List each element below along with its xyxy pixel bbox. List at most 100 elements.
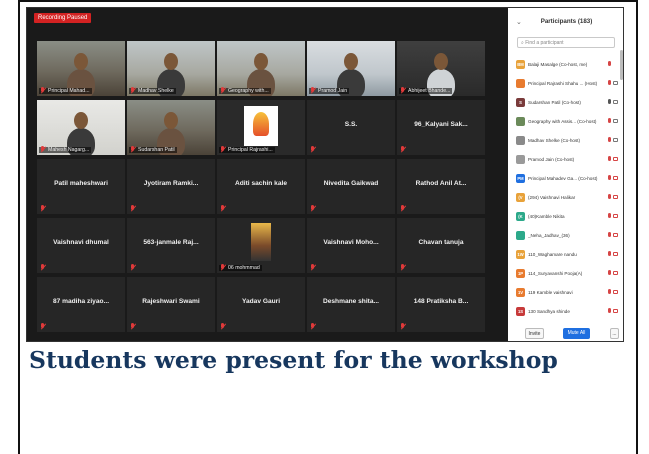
tile-name-label: Patil maheshwari <box>54 180 108 187</box>
participant-name: (40)Kamble Nikita <box>528 214 565 219</box>
participant-tile[interactable]: Abhijeet Bhande... <box>397 41 485 96</box>
mic-muted-icon <box>310 87 316 94</box>
participant-tile[interactable]: Vaishnavi dhumal <box>37 218 125 273</box>
college-logo <box>244 106 278 146</box>
mic-muted-icon <box>310 146 316 153</box>
participant-row[interactable]: 1W 110_Waghamare nandu <box>516 245 620 264</box>
participant-row[interactable]: S Sudarshan Patil (Co-host) <box>516 93 620 112</box>
person-head <box>254 53 268 70</box>
participant-row[interactable]: 1S 130 Sandhya shinde <box>516 302 620 321</box>
mic-muted-icon <box>40 87 46 94</box>
participant-tile[interactable]: 563-janmale Raj... <box>127 218 215 273</box>
mic-muted-icon[interactable] <box>608 175 611 180</box>
participant-row[interactable]: Geography with Assis... (Co-host) <box>516 112 620 131</box>
participant-row[interactable]: PM Principal Mahadev Ga... (Co-host) <box>516 169 620 188</box>
camera-icon[interactable] <box>613 81 618 85</box>
participant-tile[interactable]: Patil maheshwari <box>37 159 125 214</box>
camera-off-icon[interactable] <box>613 309 618 313</box>
mic-muted-icon <box>310 264 316 271</box>
tile-name-label: Vaishnavi Moho... <box>323 239 379 246</box>
more-options-button[interactable]: ... <box>610 328 619 339</box>
participant-row[interactable]: (K (40)Kamble Nikita <box>516 207 620 226</box>
mic-muted-icon[interactable] <box>608 194 611 199</box>
mic-muted-icon[interactable] <box>608 232 611 237</box>
participant-tile[interactable]: 87 madiha ziyao... <box>37 277 125 332</box>
participant-status-icons <box>608 213 619 220</box>
mic-muted-icon[interactable] <box>608 80 611 85</box>
tile-name-label: Vaishnavi dhumal <box>53 239 109 246</box>
participant-tile[interactable]: Pramod Jain <box>307 41 395 96</box>
participant-status-icons <box>608 251 619 258</box>
participant-row[interactable]: BM Balaji Masalge (Co-host, me) <box>516 55 620 74</box>
mic-muted-icon[interactable] <box>608 118 611 123</box>
camera-off-icon[interactable] <box>613 252 618 256</box>
participant-tile[interactable]: Madhav Shelke <box>127 41 215 96</box>
participants-scrollbar[interactable] <box>620 50 623 80</box>
invite-button[interactable]: Invite <box>525 328 544 339</box>
participant-tile[interactable]: Jyotiram Ramki... <box>127 159 215 214</box>
participant-row[interactable]: Principal Rajrashi Shahu ... (Host) <box>516 74 620 93</box>
participant-row[interactable]: _Neha_Jadhav_(36) <box>516 226 620 245</box>
mic-muted-icon[interactable] <box>608 289 611 294</box>
participant-tile[interactable]: Chavan tanuja <box>397 218 485 273</box>
participant-row[interactable]: (V (294) Vaishnavi Halikar <box>516 188 620 207</box>
mic-muted-icon[interactable] <box>608 308 611 313</box>
profile-picture <box>251 223 271 261</box>
participant-tile[interactable]: Rajeshwari Swami <box>127 277 215 332</box>
participant-tile[interactable]: Principal Mahad... <box>37 41 125 96</box>
tile-name-label: Mahesh Nagarg... <box>39 147 92 153</box>
camera-off-icon[interactable] <box>613 290 618 294</box>
mic-icon[interactable] <box>608 99 611 104</box>
tile-name-label: Geography with... <box>219 88 271 94</box>
participant-row[interactable]: 1V 119 Kamble vaishnavi <box>516 283 620 302</box>
participant-tile[interactable]: Mahesh Nagarg... <box>37 100 125 155</box>
participant-tile[interactable]: Nivedita Gaikwad <box>307 159 395 214</box>
camera-off-icon[interactable] <box>613 214 618 218</box>
camera-icon[interactable] <box>613 138 618 142</box>
panel-footer: Invite Mute All ... <box>508 328 623 341</box>
participant-search-input[interactable]: ⌕ Find a participant <box>517 37 615 48</box>
camera-off-icon[interactable] <box>613 271 618 275</box>
camera-icon[interactable] <box>613 119 618 123</box>
participant-tile[interactable]: 96_Kalyani Sak... <box>397 100 485 155</box>
camera-off-icon[interactable] <box>613 233 618 237</box>
participant-name: (294) Vaishnavi Halikar <box>528 195 576 200</box>
mic-muted-icon[interactable] <box>608 137 611 142</box>
mic-muted-icon <box>40 146 46 153</box>
participant-tile[interactable]: Vaishnavi Moho... <box>307 218 395 273</box>
camera-off-icon[interactable] <box>613 176 618 180</box>
participant-tile[interactable]: Sudarshan Patil <box>127 100 215 155</box>
camera-icon[interactable] <box>613 100 618 104</box>
mic-muted-icon[interactable] <box>608 156 611 161</box>
participant-tile[interactable]: Aditi sachin kale <box>217 159 305 214</box>
mute-all-button[interactable]: Mute All <box>563 328 590 339</box>
avatar: S <box>516 98 525 107</box>
tile-name-label: Principal Mahad... <box>39 88 92 94</box>
camera-off-icon[interactable] <box>613 157 618 161</box>
participant-tile[interactable]: 06 mohmmad <box>217 218 305 273</box>
participant-tile[interactable]: Rathod Anil At... <box>397 159 485 214</box>
camera-off-icon[interactable] <box>613 195 618 199</box>
tile-name-label: 96_Kalyani Sak... <box>414 121 468 128</box>
participant-tile[interactable]: Geography with... <box>217 41 305 96</box>
participant-status-icons <box>608 61 619 68</box>
mic-muted-icon[interactable] <box>608 61 611 66</box>
mic-muted-icon[interactable] <box>608 213 611 218</box>
participant-tile[interactable]: Yadav Gauri <box>217 277 305 332</box>
participant-tile[interactable]: Deshmane shita... <box>307 277 395 332</box>
mic-muted-icon[interactable] <box>608 251 611 256</box>
mic-muted-icon[interactable] <box>608 270 611 275</box>
mic-muted-icon <box>220 87 226 94</box>
participant-row[interactable]: Pramod Jain (Co-host) <box>516 150 620 169</box>
avatar <box>516 136 525 145</box>
recording-paused-badge[interactable]: Recording Paused <box>34 13 92 23</box>
participant-tile[interactable]: Principal Rajrashi... <box>217 100 305 155</box>
participant-tile[interactable]: S.S. <box>307 100 395 155</box>
participant-row[interactable]: 1P 114_Suryavanshi Pooja(A) <box>516 264 620 283</box>
participant-row[interactable]: Madhav Shelke (Co-host) <box>516 131 620 150</box>
tile-name-label: Principal Rajrashi... <box>219 147 275 153</box>
participant-name: Principal Mahadev Ga... (Co-host) <box>528 176 598 181</box>
participant-tile[interactable]: 148 Pratiksha B... <box>397 277 485 332</box>
mic-muted-icon <box>40 264 46 271</box>
mic-muted-icon <box>40 323 46 330</box>
